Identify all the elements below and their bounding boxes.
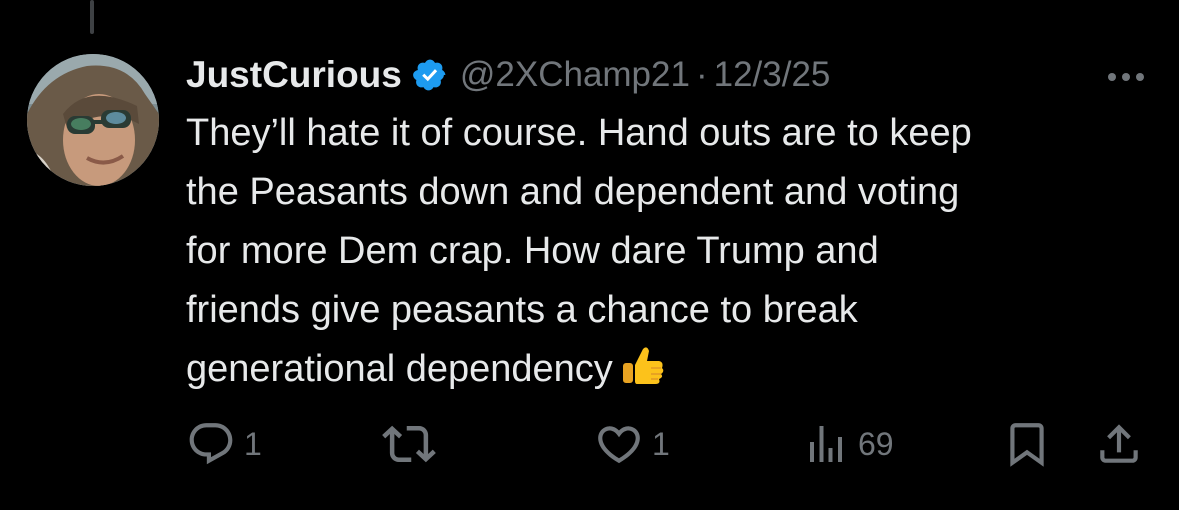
tweet-header: JustCurious @2XChamp21 · 12/3/25 <box>186 52 1156 98</box>
share-icon <box>1094 419 1144 469</box>
tweet-actions: 1 1 69 <box>186 416 1151 472</box>
retweet-button[interactable] <box>382 416 444 472</box>
tweet-body: They’ll hate it of course. Hand outs are… <box>186 112 972 390</box>
reply-icon <box>186 419 236 469</box>
retweet-icon <box>382 417 436 471</box>
display-name[interactable]: JustCurious <box>186 54 402 96</box>
share-button[interactable] <box>1094 416 1144 472</box>
verified-icon <box>412 57 448 93</box>
thumbs-up-emoji-icon <box>621 343 665 387</box>
user-handle[interactable]: @2XChamp21 <box>460 55 690 95</box>
tweet-date[interactable]: 12/3/25 <box>714 55 831 95</box>
views-icon <box>802 420 850 468</box>
separator-dot: · <box>695 55 708 94</box>
like-count: 1 <box>652 425 670 462</box>
like-button[interactable]: 1 <box>594 416 670 472</box>
tweet-text: They’ll hate it of course. Hand outs are… <box>186 104 1146 399</box>
more-icon[interactable] <box>1106 70 1146 82</box>
view-count: 69 <box>858 425 894 462</box>
reply-count: 1 <box>244 425 262 462</box>
tweet[interactable]: JustCurious @2XChamp21 · 12/3/25 They’ll… <box>186 52 1156 399</box>
avatar[interactable] <box>27 54 159 186</box>
bookmark-icon <box>1002 419 1052 469</box>
thread-connector-line <box>90 0 94 34</box>
avatar-photo <box>27 54 159 186</box>
bookmark-button[interactable] <box>1002 416 1052 472</box>
reply-button[interactable]: 1 <box>186 416 262 472</box>
views-button[interactable]: 69 <box>802 416 894 472</box>
like-icon <box>594 419 644 469</box>
